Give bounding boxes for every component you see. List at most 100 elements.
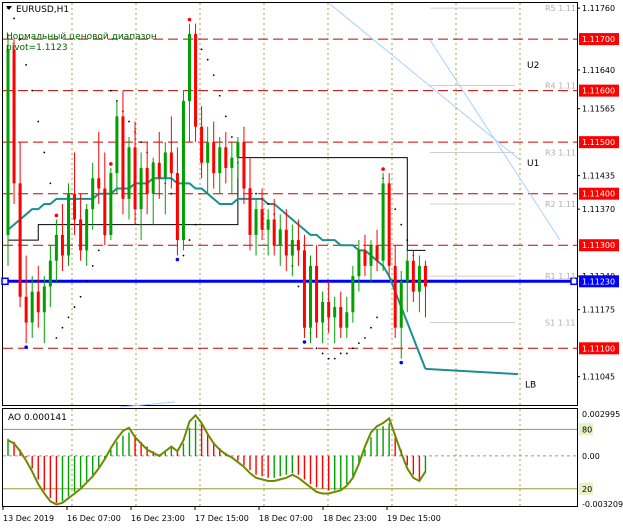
sar-dot [321,352,324,355]
candle-body [242,142,246,189]
candle-body [248,188,252,235]
price-tag-label: 1.11600 [582,87,615,96]
candle-body [302,250,306,328]
time-tick-label: 16 Dec 23:00 [131,514,185,523]
candle-body [405,260,409,282]
candle-body [133,147,137,210]
candle-body [79,219,83,251]
candle-body [272,219,276,246]
sar-dot [128,120,130,123]
candle-body [36,291,40,313]
candle-body [24,296,28,323]
candle-body [393,265,397,328]
sar-dot [364,337,366,339]
candle-body [6,49,10,235]
sar-dot [224,115,227,118]
candle-body [278,229,282,246]
candle-body [387,183,391,266]
sar-dot [31,89,34,92]
candle-body [157,162,161,179]
fractal-up-marker [109,162,113,166]
sar-dot [345,352,348,355]
ao-tick-label: 0.00 [582,452,600,461]
sar-dot [206,58,209,61]
sar-dot [267,203,270,205]
pivot-label: R4 1.11 [545,81,576,90]
candle-body [30,291,34,323]
candle-body [127,147,131,199]
candle-body [54,234,58,261]
annotation-lb: LB [525,380,536,390]
fractal-up-marker [54,213,59,218]
candle-body [333,307,337,318]
fractal-up-marker [381,167,385,171]
sar-dot [333,357,336,360]
candle-body [85,209,89,251]
price-tick-label: 1.11435 [582,172,615,181]
sar-dot [315,347,318,350]
candle-body [188,33,191,101]
symbol-label: EURUSD,H1 [16,5,69,15]
pivot-label: R2 1.11 [545,200,576,209]
time-tick-label: 18 Dec 07:00 [259,514,313,523]
candle-body [60,234,64,256]
candle-body [206,142,210,163]
sar-dot [188,239,191,241]
price-tag-label: 1.11500 [582,138,615,147]
candle-body [284,229,288,256]
candle-body [381,183,385,261]
ao-label: AO 0.000141 [8,413,67,423]
fractal-up-marker [187,17,192,22]
sar-dot [351,347,354,350]
candle-body [194,33,198,127]
sar-dot [255,192,257,195]
sar-dot [297,285,300,288]
price-tick-label: 1.11640 [582,66,615,75]
pivot-caption: pivot=1.1123 [6,43,68,53]
sar-dot [370,326,372,329]
chart-window: R5 1.11 R4 1.11 R3 1.11 R2 1.11 R1 1.11 S1 1.… [0,0,623,528]
sar-dot [400,223,403,226]
candle-body [212,142,216,174]
candle-body [139,167,143,210]
candle-body [12,49,16,184]
candle-body [345,312,349,328]
sar-dot [212,74,215,77]
candle-body [145,167,149,194]
sar-dot [327,357,330,360]
candle-body [224,147,228,168]
ao-tick-label: 80 [582,425,592,434]
annotation-u2: U2 [527,61,539,71]
candle-body [309,265,312,328]
candle-body [321,301,325,323]
range-title: Нормальный ценовой диапазон [6,32,157,42]
candle-body [290,240,294,256]
sar-dot [230,136,233,138]
sar-dot [170,192,173,195]
price-tag-label: 1.11300 [582,241,615,250]
candle-body [175,173,179,241]
candle-body [260,209,264,230]
sar-dot [406,239,409,241]
candle-body [315,265,319,323]
chart-background [0,0,623,528]
annotation-u1: U1 [527,159,539,169]
candle-body [115,116,119,174]
chart-canvas[interactable]: R5 1.11 R4 1.11 R3 1.11 R2 1.11 R1 1.11 S1 1.… [0,0,623,528]
sar-dot [97,249,100,252]
candle-body [236,142,240,158]
sar-dot [182,254,185,257]
fractal-down-marker [302,340,307,344]
price-tag-label: 1.11100 [582,344,615,353]
candle-body [363,250,367,266]
pivot-handle-left[interactable] [1,277,9,286]
sar-dot [376,316,378,319]
candle-body [103,188,107,235]
candle-body [327,301,331,318]
time-tick-label: 13 Dec 2019 [3,514,54,523]
candle-body [339,307,343,328]
price-tick-label: 1.11760 [582,4,615,13]
pivot-label: S1 1.11 [545,319,576,328]
candle-body [121,116,125,199]
candle-body [218,147,222,174]
